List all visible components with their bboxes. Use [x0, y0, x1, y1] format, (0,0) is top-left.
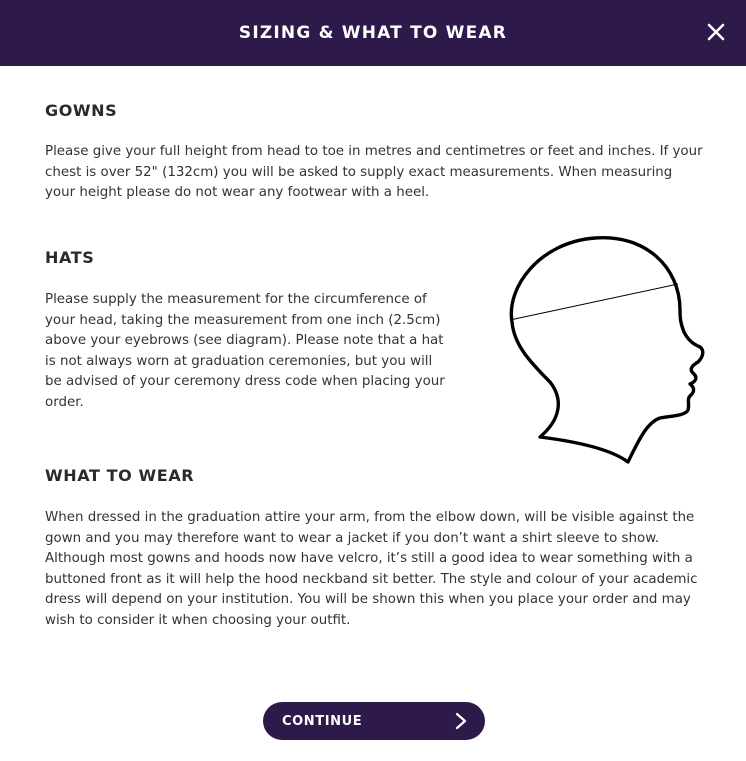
hats-heading: HATS	[45, 248, 95, 267]
modal-header: SIZING & WHAT TO WEAR	[0, 0, 746, 66]
what-to-wear-text: When dressed in the graduation attire yo…	[45, 510, 698, 628]
close-icon	[707, 23, 725, 41]
close-button[interactable]	[705, 21, 727, 43]
what-to-wear-heading: WHAT TO WEAR	[45, 466, 195, 485]
hats-text: Please supply the measurement for the ci…	[45, 292, 445, 410]
gowns-text: Please give your full height from head t…	[45, 144, 703, 200]
continue-label: CONTINUE	[282, 713, 363, 729]
continue-button[interactable]: CONTINUE	[263, 702, 485, 740]
gowns-heading: GOWNS	[45, 101, 118, 120]
modal-title: SIZING & WHAT TO WEAR	[238, 23, 508, 43]
head-measurement-diagram	[509, 236, 705, 464]
chevron-right-icon	[455, 712, 467, 730]
